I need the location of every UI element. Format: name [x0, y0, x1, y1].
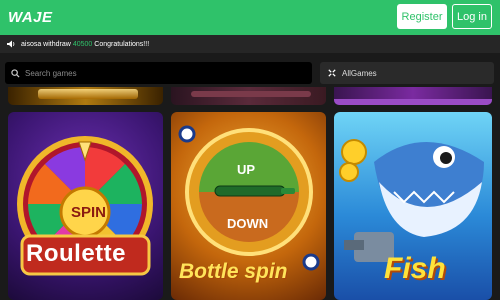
game-card-fish[interactable]: Fish — [334, 112, 492, 300]
speaker-icon — [7, 40, 15, 48]
roulette-spin-label: SPIN — [71, 204, 107, 221]
search-input[interactable] — [25, 68, 295, 78]
search-bar[interactable] — [5, 62, 312, 84]
bottle-up-label: UP — [237, 162, 256, 177]
fish-title: Fish — [384, 252, 446, 285]
announcement-message: Congratulations!!! — [94, 40, 150, 48]
bottle-spin-title: Bottle spin — [179, 260, 288, 283]
game-card-roulette[interactable]: SPIN Roulette — [8, 112, 163, 300]
game-tile-partial-1[interactable] — [8, 87, 163, 105]
announcement-user: aisosa withdraw — [21, 40, 71, 48]
logo-text: WAJE — [8, 8, 53, 26]
game-category-select[interactable]: AllGames — [320, 62, 494, 84]
roulette-title: Roulette — [26, 240, 126, 267]
winner-announcement: aisosa withdraw 40500 Congratulations!!! — [0, 35, 500, 53]
announcement-amount: 40500 — [72, 40, 93, 48]
bottle-down-label: DOWN — [227, 216, 269, 231]
header-bar: WAJE Register Log in — [0, 0, 500, 35]
game-card-bottle-spin[interactable]: UP DOWN Bottle spin — [171, 112, 326, 300]
game-tile-partial-3[interactable] — [334, 87, 492, 105]
game-tile-partial-2[interactable] — [171, 87, 326, 105]
register-button[interactable]: Register — [397, 4, 447, 29]
search-icon — [11, 68, 20, 78]
login-button[interactable]: Log in — [452, 4, 492, 29]
category-icon — [328, 69, 336, 77]
logo[interactable]: WAJE — [8, 7, 58, 27]
category-selected: AllGames — [342, 68, 377, 78]
